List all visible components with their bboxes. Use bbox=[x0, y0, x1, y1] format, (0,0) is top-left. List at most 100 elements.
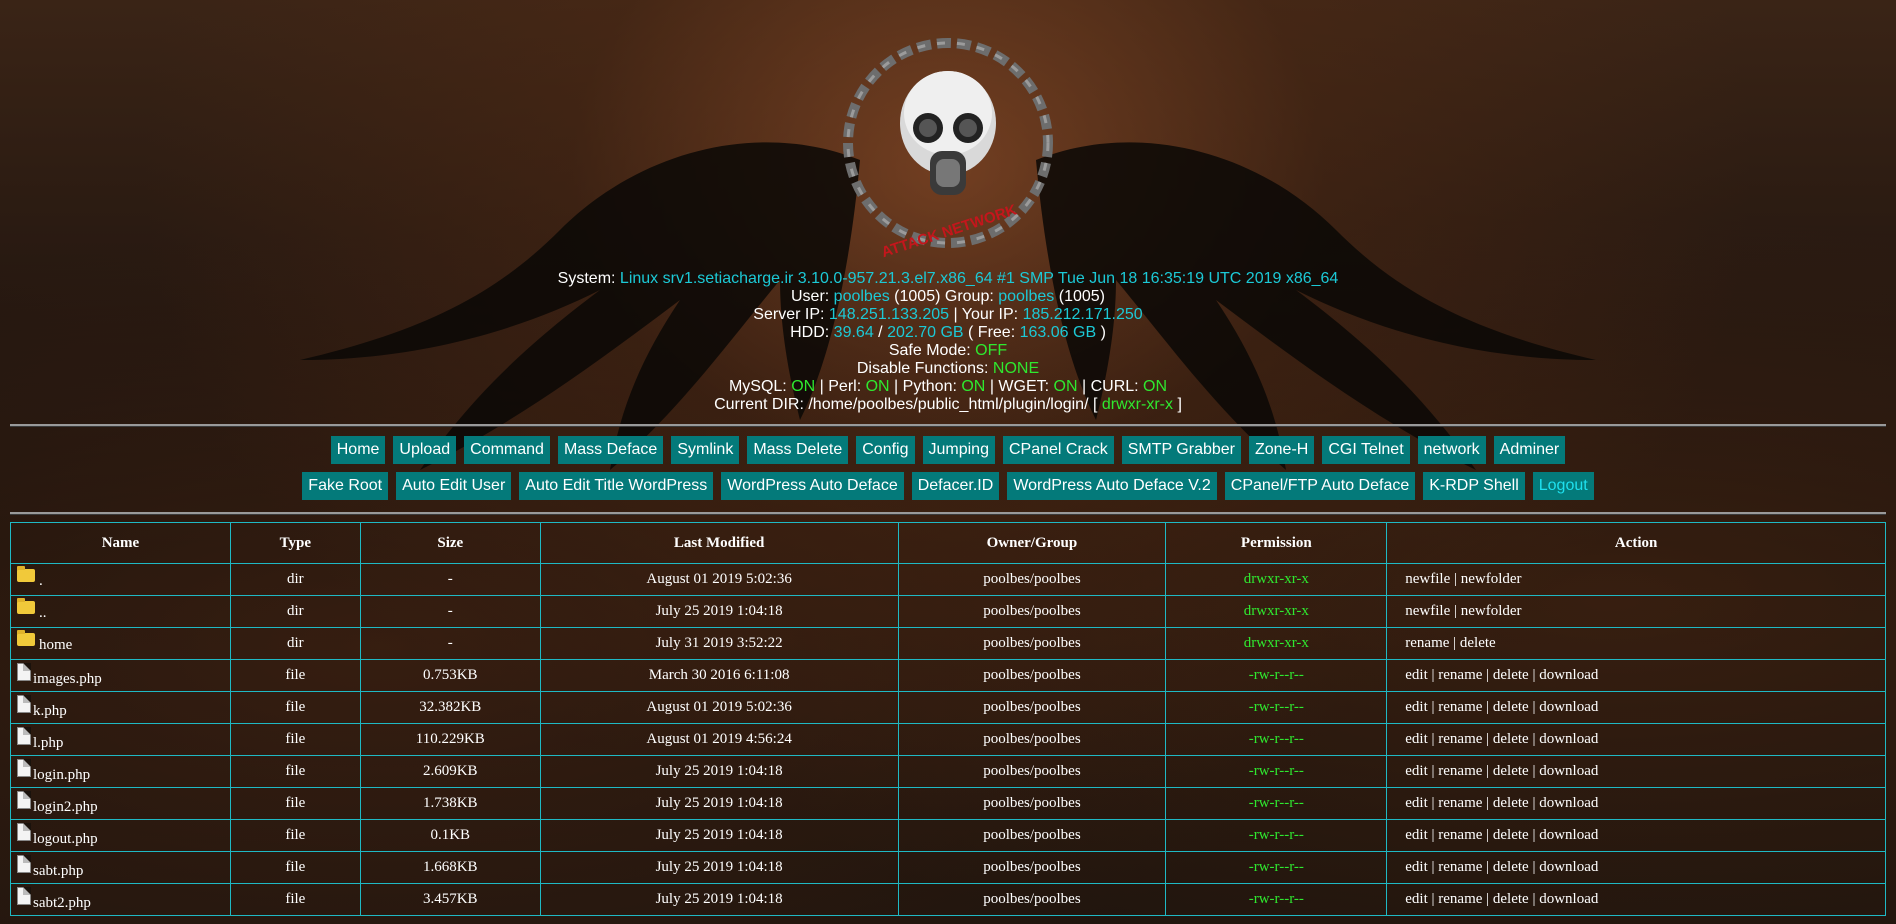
file-name-link[interactable]: sabt.php bbox=[33, 863, 83, 879]
file-actions[interactable]: edit | rename | delete | download bbox=[1386, 787, 1886, 820]
file-type: dir bbox=[229, 627, 361, 660]
your-ip-value: 185.212.171.250 bbox=[1022, 306, 1143, 323]
last-modified: July 25 2019 1:04:18 bbox=[539, 819, 899, 852]
menu-jumping-button[interactable]: Jumping bbox=[922, 436, 995, 464]
menu-mass-deface-button[interactable]: Mass Deface bbox=[557, 436, 664, 464]
menu-k-rdp-shell-button[interactable]: K-RDP Shell bbox=[1423, 472, 1525, 500]
current-dir-value[interactable]: /home/poolbes/public_html/plugin/login/ bbox=[808, 396, 1088, 413]
server-ip-label: Server IP: bbox=[753, 306, 825, 323]
user-label: User: bbox=[790, 288, 830, 305]
file-name-link[interactable]: .. bbox=[39, 605, 47, 621]
hdd-label: HDD: bbox=[790, 324, 830, 341]
file-name-link[interactable]: images.php bbox=[33, 671, 102, 687]
file-actions[interactable]: edit | rename | delete | download bbox=[1386, 659, 1886, 692]
file-name-cell: logout.php bbox=[10, 819, 231, 852]
file-type: file bbox=[229, 659, 361, 692]
menu-cgi-telnet-button[interactable]: CGI Telnet bbox=[1322, 436, 1410, 464]
file-name-cell: login.php bbox=[10, 755, 231, 788]
file-actions[interactable]: newfile | newfolder bbox=[1386, 563, 1886, 596]
file-type: file bbox=[229, 819, 361, 852]
file-actions[interactable]: newfile | newfolder bbox=[1386, 595, 1886, 628]
file-name-cell: k.php bbox=[10, 691, 231, 724]
menu-smtp-grabber-button[interactable]: SMTP Grabber bbox=[1121, 436, 1241, 464]
group-id: (1005) bbox=[1058, 288, 1105, 305]
menu-logout-button[interactable]: Logout bbox=[1532, 472, 1594, 500]
menu-upload-button[interactable]: Upload bbox=[393, 436, 457, 464]
menu-config-button[interactable]: Config bbox=[856, 436, 915, 464]
file-name-link[interactable]: login2.php bbox=[33, 799, 98, 815]
hdd-total: 202.70 GB bbox=[887, 324, 964, 341]
file-size: 0.753KB bbox=[359, 659, 541, 692]
ip-line: Server IP: 148.251.133.205 | Your IP: 18… bbox=[0, 306, 1896, 324]
menu-auto-edit-user-button[interactable]: Auto Edit User bbox=[396, 472, 512, 500]
last-modified: July 31 2019 3:52:22 bbox=[539, 627, 899, 660]
divider-top bbox=[10, 424, 1886, 427]
file-name-link[interactable]: l.php bbox=[33, 735, 63, 751]
column-header-type: Type bbox=[229, 522, 361, 564]
permission[interactable]: -rw-r--r-- bbox=[1165, 819, 1388, 852]
menu-wordpress-auto-deface-button[interactable]: WordPress Auto Deface bbox=[721, 472, 904, 500]
permission[interactable]: drwxr-xr-x bbox=[1165, 627, 1388, 660]
menu-defacer-id-button[interactable]: Defacer.ID bbox=[911, 472, 1000, 500]
file-actions[interactable]: edit | rename | delete | download bbox=[1386, 883, 1886, 916]
file-actions[interactable]: edit | rename | delete | download bbox=[1386, 723, 1886, 756]
permission[interactable]: -rw-r--r-- bbox=[1165, 883, 1388, 916]
permission[interactable]: drwxr-xr-x bbox=[1165, 563, 1388, 596]
hdd-line: HDD: 39.64 / 202.70 GB ( Free: 163.06 GB… bbox=[0, 324, 1896, 342]
curl-value: ON bbox=[1143, 378, 1168, 395]
menu-network-button[interactable]: network bbox=[1417, 436, 1486, 464]
file-name-link[interactable]: login.php bbox=[33, 767, 90, 783]
features-line: MySQL: ON | Perl: ON | Python: ON | WGET… bbox=[0, 378, 1896, 396]
table-row: .. dir - July 25 2019 1:04:18 poolbes/poolbe… bbox=[10, 595, 1886, 628]
last-modified: August 01 2019 4:56:24 bbox=[539, 723, 899, 756]
file-name-cell: home bbox=[10, 627, 231, 660]
file-name-link[interactable]: . bbox=[39, 573, 43, 589]
dir-open: [ bbox=[1092, 396, 1098, 413]
menu-cpanel-crack-button[interactable]: CPanel Crack bbox=[1002, 436, 1114, 464]
menu-mass-delete-button[interactable]: Mass Delete bbox=[747, 436, 849, 464]
permission[interactable]: -rw-r--r-- bbox=[1165, 659, 1388, 692]
file-name-link[interactable]: logout.php bbox=[33, 831, 98, 847]
file-actions[interactable]: rename | delete bbox=[1386, 627, 1886, 660]
file-size: - bbox=[359, 563, 541, 596]
file-actions[interactable]: edit | rename | delete | download bbox=[1386, 755, 1886, 788]
wget-value: ON bbox=[1053, 378, 1078, 395]
menu-fake-root-button[interactable]: Fake Root bbox=[302, 472, 389, 500]
menu-auto-edit-title-wordpress-button[interactable]: Auto Edit Title WordPress bbox=[519, 472, 714, 500]
table-body: . dir - August 01 2019 5:02:36 poolbes/poolb… bbox=[10, 563, 1886, 916]
owner-group: poolbes/poolbes bbox=[897, 563, 1167, 596]
file-size: 0.1KB bbox=[359, 819, 541, 852]
last-modified: August 01 2019 5:02:36 bbox=[539, 691, 899, 724]
menu-symlink-button[interactable]: Symlink bbox=[671, 436, 740, 464]
permission[interactable]: -rw-r--r-- bbox=[1165, 787, 1388, 820]
gasmask-skull-logo: ATTACK NETWORK bbox=[843, 38, 1053, 261]
file-actions[interactable]: edit | rename | delete | download bbox=[1386, 819, 1886, 852]
menu-command-button[interactable]: Command bbox=[464, 436, 550, 464]
last-modified: July 25 2019 1:04:18 bbox=[539, 883, 899, 916]
file-name-link[interactable]: sabt2.php bbox=[33, 895, 91, 911]
file-size: 3.457KB bbox=[359, 883, 541, 916]
last-modified: July 25 2019 1:04:18 bbox=[539, 787, 899, 820]
file-name-link[interactable]: k.php bbox=[33, 703, 67, 719]
menu-zone-h-button[interactable]: Zone-H bbox=[1248, 436, 1315, 464]
file-actions[interactable]: edit | rename | delete | download bbox=[1386, 851, 1886, 884]
file-actions[interactable]: edit | rename | delete | download bbox=[1386, 691, 1886, 724]
file-size: 32.382KB bbox=[359, 691, 541, 724]
file-size: 1.668KB bbox=[359, 851, 541, 884]
file-type: file bbox=[229, 755, 361, 788]
current-dir-label: Current DIR: bbox=[714, 396, 804, 413]
permission[interactable]: -rw-r--r-- bbox=[1165, 851, 1388, 884]
menu-cpanel-ftp-auto-deface-button[interactable]: CPanel/FTP Auto Deface bbox=[1224, 472, 1416, 500]
menu-wordpress-auto-deface-v-2-button[interactable]: WordPress Auto Deface V.2 bbox=[1007, 472, 1217, 500]
menu-adminer-button[interactable]: Adminer bbox=[1493, 436, 1566, 464]
last-modified: March 30 2016 6:11:08 bbox=[539, 659, 899, 692]
hdd-free-label: ( Free: bbox=[968, 324, 1016, 341]
permission[interactable]: -rw-r--r-- bbox=[1165, 723, 1388, 756]
permission[interactable]: -rw-r--r-- bbox=[1165, 691, 1388, 724]
system-line: System: Linux srv1.setiacharge.ir 3.10.0… bbox=[0, 270, 1896, 288]
folder-icon bbox=[17, 598, 35, 614]
permission[interactable]: drwxr-xr-x bbox=[1165, 595, 1388, 628]
file-name-link[interactable]: home bbox=[39, 637, 72, 653]
menu-home-button[interactable]: Home bbox=[330, 436, 386, 464]
permission[interactable]: -rw-r--r-- bbox=[1165, 755, 1388, 788]
